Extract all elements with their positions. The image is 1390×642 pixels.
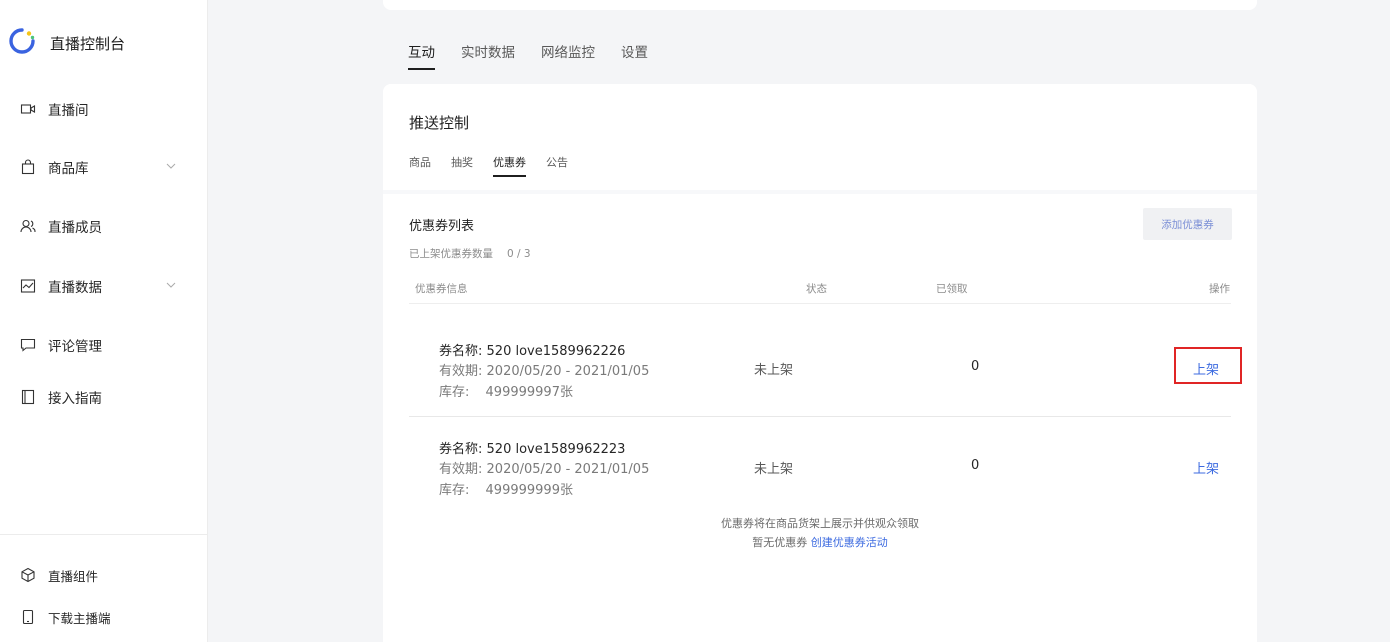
row-divider — [409, 416, 1231, 417]
logo-icon — [8, 27, 36, 59]
sidebar-item-product-library[interactable]: 商品库 — [20, 155, 190, 179]
publish-coupon-button[interactable]: 上架 — [1193, 359, 1219, 378]
empty-coupon-hint: 暂无优惠券 创建优惠券活动 — [383, 534, 1257, 550]
coupon-validity: 有效期: 2020/05/20 - 2021/01/05 — [439, 360, 649, 379]
push-control-card: 推送控制 商品 抽奖 优惠券 公告 优惠券列表 已上架优惠券数量 0 / 3 添加… — [383, 84, 1257, 642]
coupon-stock-label: 库存: — [439, 385, 470, 400]
comment-icon — [20, 337, 36, 353]
sidebar-item-label: 下载主播端 — [48, 610, 111, 626]
header-separator — [383, 190, 1257, 194]
empty-coupon-text: 暂无优惠券 — [752, 536, 808, 549]
coupon-stock-value: 499999999张 — [485, 483, 573, 498]
brand-title: 直播控制台 — [50, 34, 126, 53]
coupon-footer-note: 优惠券将在商品货架上展示并供观众领取 — [721, 517, 919, 530]
tab-announcements[interactable]: 公告 — [546, 154, 568, 177]
coupon-status: 未上架 — [754, 462, 794, 477]
top-card-edge — [383, 0, 1257, 10]
brand[interactable]: 直播控制台 — [8, 28, 125, 58]
coupon-status: 未上架 — [754, 363, 794, 378]
table-header-divider — [409, 303, 1231, 304]
tab-settings[interactable]: 设置 — [621, 41, 648, 70]
coupon-count-value: 0 / 3 — [507, 248, 531, 260]
coupon-validity-label: 有效期: — [439, 462, 483, 477]
chevron-down-icon[interactable] — [164, 278, 178, 292]
tab-network-monitor[interactable]: 网络监控 — [541, 41, 595, 70]
main-tabs: 互动 实时数据 网络监控 设置 — [408, 41, 674, 70]
coupon-stock: 库存: 499999997张 — [439, 381, 573, 400]
coupon-name: 券名称: 520 love1589962223 — [439, 438, 625, 457]
tab-realtime-data[interactable]: 实时数据 — [461, 41, 515, 70]
sidebar-item-label: 直播组件 — [48, 568, 99, 584]
coupon-list-title: 优惠券列表 — [409, 219, 475, 234]
sidebar-item-label: 接入指南 — [48, 391, 102, 407]
tab-products[interactable]: 商品 — [409, 154, 431, 177]
card-header: 推送控制 商品 抽奖 优惠券 公告 — [383, 84, 1257, 190]
coupon-count: 已上架优惠券数量 0 / 3 — [409, 246, 531, 261]
coupon-validity-value: 2020/05/20 - 2021/01/05 — [486, 364, 650, 379]
coupon-stock: 库存: 499999999张 — [439, 479, 573, 498]
sidebar-item-label: 直播数据 — [48, 280, 102, 296]
coupon-count-label: 已上架优惠券数量 — [409, 248, 493, 260]
coupon-validity-label: 有效期: — [439, 364, 483, 379]
sidebar-divider — [0, 534, 207, 535]
coupon-stock-label: 库存: — [439, 483, 470, 498]
sidebar-item-label: 商品库 — [48, 161, 89, 177]
sub-tabs: 商品 抽奖 优惠券 公告 — [409, 154, 588, 177]
sidebar-item-live-room[interactable]: 直播间 — [20, 97, 190, 121]
cube-icon — [20, 567, 36, 583]
chart-icon — [20, 278, 36, 294]
coupon-validity-value: 2020/05/20 - 2021/01/05 — [486, 462, 650, 477]
publish-coupon-button[interactable]: 上架 — [1193, 458, 1219, 477]
coupon-claimed-count: 0 — [971, 458, 980, 473]
book-icon — [20, 389, 36, 405]
sidebar-item-label: 直播间 — [48, 103, 89, 119]
coupon-name: 券名称: 520 love1589962226 — [439, 340, 625, 359]
coupon-name-value: 520 love1589962223 — [486, 442, 626, 457]
coupon-name-label: 券名称: — [439, 344, 483, 359]
phone-icon — [20, 609, 36, 625]
add-coupon-button[interactable]: 添加优惠券 — [1143, 208, 1232, 240]
column-header-status: 状态 — [806, 283, 827, 295]
tab-interaction[interactable]: 互动 — [408, 41, 435, 70]
coupon-name-label: 券名称: — [439, 442, 483, 457]
members-icon — [20, 218, 36, 234]
section-title: 推送控制 — [409, 114, 470, 132]
shopping-bag-icon — [20, 159, 36, 175]
coupon-name-value: 520 love1589962226 — [486, 344, 626, 359]
sidebar-item-download-anchor[interactable]: 下载主播端 — [20, 605, 190, 629]
sidebar-item-comment-management[interactable]: 评论管理 — [20, 333, 190, 357]
column-header-info: 优惠券信息 — [415, 283, 468, 295]
create-coupon-link[interactable]: 创建优惠券活动 — [811, 536, 888, 549]
sidebar-item-live-members[interactable]: 直播成员 — [20, 214, 190, 238]
tab-lottery[interactable]: 抽奖 — [451, 154, 473, 177]
tab-coupons[interactable]: 优惠券 — [493, 154, 526, 177]
column-header-claimed: 已领取 — [936, 283, 968, 295]
sidebar-item-live-components[interactable]: 直播组件 — [20, 563, 190, 587]
sidebar-item-access-guide[interactable]: 接入指南 — [20, 385, 190, 409]
sidebar-item-label: 直播成员 — [48, 220, 102, 236]
column-header-action: 操作 — [1209, 283, 1230, 295]
sidebar-item-live-data[interactable]: 直播数据 — [20, 274, 190, 298]
chevron-down-icon[interactable] — [164, 159, 178, 173]
coupon-claimed-count: 0 — [971, 359, 980, 374]
sidebar-item-label: 评论管理 — [48, 339, 102, 355]
sidebar: 直播控制台 直播间 商品库 直播成员 直播数据 评论管理 接入指南 直播组件 下… — [0, 0, 208, 642]
coupon-stock-value: 499999997张 — [485, 385, 573, 400]
coupon-validity: 有效期: 2020/05/20 - 2021/01/05 — [439, 458, 649, 477]
video-icon — [20, 101, 36, 117]
